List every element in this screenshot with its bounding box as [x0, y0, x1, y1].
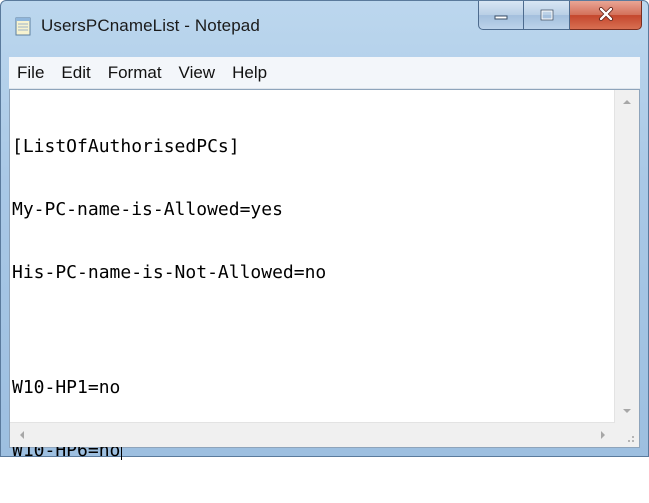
title-bar[interactable]: UsersPCnameList - Notepad	[1, 1, 648, 57]
notepad-icon	[15, 16, 31, 36]
minimize-icon	[494, 6, 508, 25]
scroll-up-icon[interactable]	[623, 100, 631, 104]
maximize-icon	[540, 6, 554, 25]
close-icon	[598, 6, 614, 25]
menu-help[interactable]: Help	[228, 63, 276, 83]
menu-view[interactable]: View	[175, 63, 225, 83]
text-line: His-PC-name-is-Not-Allowed=no	[12, 262, 327, 283]
window-title: UsersPCnameList - Notepad	[41, 16, 260, 35]
menu-edit[interactable]: Edit	[57, 63, 99, 83]
editor: [ListOfAuthorisedPCs] My-PC-name-is-Allo…	[9, 89, 640, 461]
resize-grip[interactable]	[615, 423, 639, 447]
menu-bar: File Edit Format View Help	[9, 57, 640, 89]
vertical-scrollbar[interactable]	[614, 90, 639, 423]
scroll-right-icon[interactable]	[601, 431, 605, 439]
caption-buttons	[478, 1, 642, 31]
menu-format[interactable]: Format	[104, 63, 171, 83]
minimize-button[interactable]	[478, 1, 524, 30]
close-button[interactable]	[570, 1, 642, 30]
text-area[interactable]: [ListOfAuthorisedPCs] My-PC-name-is-Allo…	[10, 90, 615, 461]
menu-file[interactable]: File	[13, 63, 53, 83]
scroll-down-icon[interactable]	[623, 409, 631, 413]
resize-grip-icon	[628, 436, 634, 442]
scroll-left-icon[interactable]	[20, 431, 24, 439]
text-line: My-PC-name-is-Allowed=yes	[12, 199, 283, 220]
maximize-button[interactable]	[524, 1, 570, 30]
text-line: [ListOfAuthorisedPCs]	[12, 136, 240, 157]
text-line: W10-HP1=no	[12, 377, 121, 398]
notepad-window: UsersPCnameList - Notepad File Edit Form…	[0, 0, 649, 461]
horizontal-scrollbar[interactable]	[10, 422, 615, 447]
